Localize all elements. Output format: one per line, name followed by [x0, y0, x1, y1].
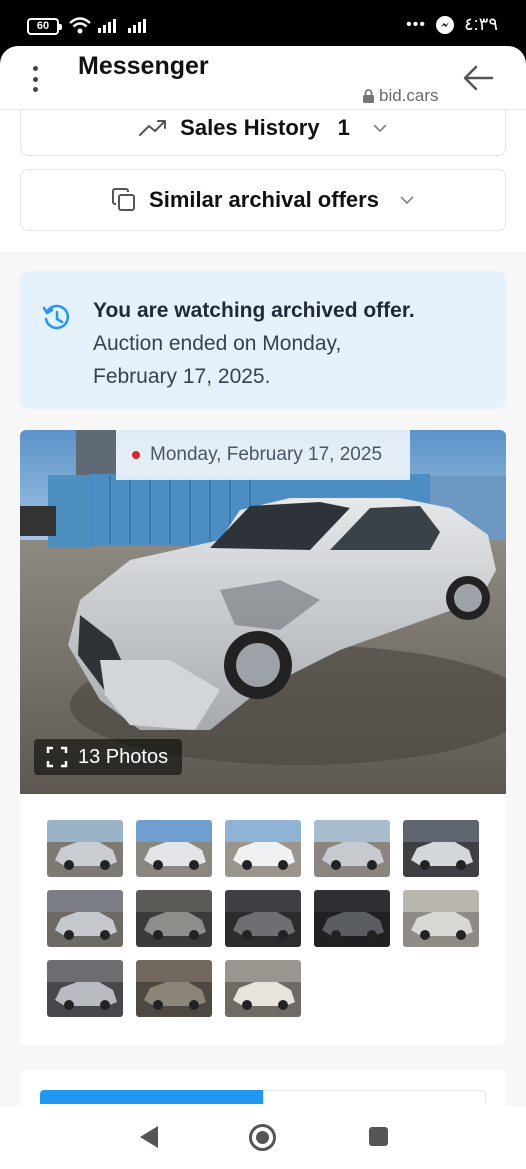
photo-thumbnail[interactable] — [47, 820, 123, 877]
status-bar: 60 ••• ٤:٣٩ — [0, 0, 526, 46]
arrow-left-icon[interactable] — [462, 64, 494, 92]
page-content: Sales History 1 Similar archival offers … — [0, 110, 526, 1106]
clock: ٤:٣٩ — [463, 14, 498, 34]
photo-thumbnail[interactable] — [47, 890, 123, 947]
tab-active[interactable] — [40, 1090, 263, 1104]
main-photo[interactable]: Monday, February 17, 2025 13 Photos — [20, 430, 506, 794]
photo-thumbnail[interactable] — [403, 820, 479, 877]
notice-line: Auction ended on Monday, — [93, 332, 342, 355]
history-icon — [42, 304, 70, 330]
photo-thumbnail[interactable] — [136, 960, 212, 1017]
photo-count-label: 13 Photos — [78, 745, 169, 768]
notice-line: February 17, 2025. — [93, 365, 271, 388]
nav-back-icon[interactable] — [140, 1126, 158, 1148]
photo-thumbnail[interactable] — [225, 820, 301, 877]
sales-history-count: 1 — [337, 114, 350, 140]
photo-thumbnail[interactable] — [314, 890, 390, 947]
lock-icon — [363, 88, 374, 103]
copy-icon — [112, 188, 136, 211]
status-dot — [132, 451, 140, 459]
photo-thumbnail[interactable] — [225, 890, 301, 947]
tab-inactive[interactable] — [263, 1090, 486, 1104]
app-title: Messenger — [78, 52, 209, 80]
chevron-down-icon — [400, 196, 414, 205]
trending-up-icon — [139, 119, 167, 136]
signal-icon — [128, 17, 146, 33]
photo-thumbnail[interactable] — [47, 960, 123, 1017]
similar-offers-accordion[interactable]: Similar archival offers — [20, 169, 506, 231]
nav-recents-icon[interactable] — [369, 1127, 388, 1146]
kebab-menu-icon[interactable] — [30, 66, 40, 92]
notice-title: You are watching archived offer. — [93, 299, 415, 322]
wifi-icon — [69, 17, 91, 34]
bid-tabs-card — [20, 1070, 506, 1106]
fullscreen-icon — [46, 746, 68, 768]
photo-thumbnail[interactable] — [136, 890, 212, 947]
photo-thumbnail[interactable] — [136, 820, 212, 877]
nav-home-icon[interactable] — [249, 1124, 276, 1151]
photo-thumbnail[interactable] — [403, 890, 479, 947]
similar-offers-label: Similar archival offers — [149, 187, 379, 212]
sales-history-accordion[interactable]: Sales History 1 — [20, 110, 506, 156]
sales-history-label: Sales History — [180, 114, 320, 140]
domain-label: bid.cars — [362, 86, 439, 106]
photo-gallery: Monday, February 17, 2025 13 Photos — [20, 430, 506, 1045]
chevron-down-icon — [373, 123, 387, 132]
domain-text: bid.cars — [379, 86, 439, 105]
photo-thumbnail[interactable] — [225, 960, 301, 1017]
auction-date: Monday, February 17, 2025 — [150, 444, 383, 465]
browser-header: Messenger bid.cars — [0, 46, 526, 110]
archived-notice: You are watching archived offer. Auction… — [20, 271, 506, 409]
battery-icon: 60 — [27, 18, 62, 35]
messenger-icon — [435, 15, 454, 34]
signal-icon — [98, 17, 116, 33]
system-nav-bar — [0, 1106, 526, 1169]
photo-count-button[interactable]: 13 Photos — [34, 739, 183, 775]
auction-date-chip: Monday, February 17, 2025 — [116, 430, 410, 480]
photo-thumbnail[interactable] — [314, 820, 390, 877]
more-icon: ••• — [406, 15, 426, 33]
